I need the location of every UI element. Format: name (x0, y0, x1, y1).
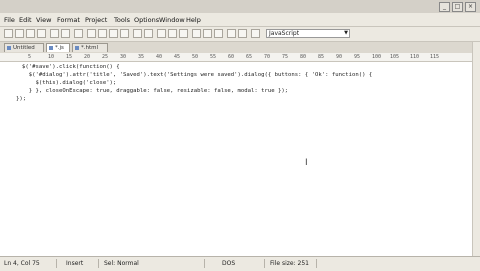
ruler-mark: 5 (28, 54, 32, 60)
menu-project[interactable]: Project (85, 16, 107, 24)
print-preview-icon[interactable] (61, 29, 70, 38)
print-icon[interactable] (50, 29, 59, 38)
document-icon (75, 46, 79, 50)
ruler-mark: 50 (192, 54, 199, 60)
menu-edit[interactable]: Edit (19, 16, 32, 24)
menu-options[interactable]: Options (134, 16, 159, 24)
options-icon[interactable] (238, 29, 247, 38)
open-folder-icon[interactable] (15, 29, 24, 38)
menu-help[interactable]: Help (186, 16, 201, 24)
ruler-mark: 95 (354, 54, 361, 60)
ruler-mark: 70 (264, 54, 271, 60)
copy-icon[interactable] (98, 29, 107, 38)
new-file-icon[interactable] (4, 29, 13, 38)
file-size: File size: 251 (270, 260, 309, 267)
line-endings: DOS (222, 260, 236, 267)
ruler-mark: 15 (66, 54, 73, 60)
status-bar: Ln 4, Col 75 Insert Sel: Normal DOS File… (0, 256, 480, 271)
ruler-mark: 35 (138, 54, 145, 60)
cut-icon[interactable] (87, 29, 96, 38)
paste-icon[interactable] (109, 29, 118, 38)
close-button[interactable]: × (465, 2, 476, 12)
language-select[interactable]: JavaScript ▼ (266, 29, 350, 38)
browser-icon[interactable] (227, 29, 236, 38)
document-icon (7, 46, 11, 50)
toolbar: JavaScript ▼ (0, 27, 480, 42)
ruler-mark: 90 (336, 54, 343, 60)
ruler-mark: 80 (300, 54, 307, 60)
language-value: JavaScript (269, 30, 300, 37)
title-bar: _ □ × (0, 0, 480, 13)
ruler-mark: 45 (174, 54, 181, 60)
undo-icon[interactable] (133, 29, 142, 38)
delete-icon[interactable] (120, 29, 129, 38)
ruler-mark: 55 (210, 54, 217, 60)
vertical-scrollbar[interactable] (472, 42, 480, 256)
save-icon[interactable] (26, 29, 35, 38)
cursor-position: Ln 4, Col 75 (4, 260, 40, 267)
code-line: }); (16, 96, 27, 102)
line-numbers-icon[interactable] (214, 29, 223, 38)
status-divider (316, 259, 317, 268)
ruler-mark: 40 (156, 54, 163, 60)
status-divider (264, 259, 265, 268)
ruler-mark: 110 (410, 54, 420, 60)
document-icon (49, 46, 53, 50)
ruler-mark: 10 (48, 54, 55, 60)
column-ruler: 5 10 15 20 25 30 35 40 45 50 55 60 65 70… (0, 53, 480, 62)
tab-html[interactable]: *.html (72, 43, 108, 52)
menu-window[interactable]: Window (159, 16, 185, 24)
maximize-button[interactable]: □ (452, 2, 463, 12)
ruler-mark: 75 (282, 54, 289, 60)
menu-bar: File Edit View Format Project Tools Opti… (0, 13, 480, 27)
replace-icon[interactable] (179, 29, 188, 38)
insert-mode: Insert (66, 260, 84, 267)
editor-gutter (0, 62, 20, 256)
text-cursor-icon: I (305, 158, 308, 168)
menu-tools[interactable]: Tools (114, 16, 130, 24)
tab-label: *.html (81, 45, 99, 51)
chevron-down-icon: ▼ (344, 30, 348, 36)
find-next-icon[interactable] (168, 29, 177, 38)
status-divider (204, 259, 205, 268)
show-spaces-icon[interactable] (203, 29, 212, 38)
help-icon[interactable] (251, 29, 260, 38)
code-line: } }, closeOnEscape: true, draggable: fal… (22, 88, 289, 94)
ruler-mark: 100 (372, 54, 382, 60)
spell-check-icon[interactable] (74, 29, 83, 38)
find-icon[interactable] (157, 29, 166, 38)
code-line: $('#save').click(function() { (22, 64, 120, 70)
code-line: $(this).dialog('close'); (22, 80, 117, 86)
tab-untitled[interactable]: Untitled (4, 43, 44, 52)
ruler-mark: 60 (228, 54, 235, 60)
ruler-mark: 25 (102, 54, 109, 60)
menu-format[interactable]: Format (57, 16, 80, 24)
code-line: $('#dialog').attr('title', 'Saved').text… (22, 72, 373, 78)
code-editor[interactable]: $('#save').click(function() { $('#dialog… (16, 62, 472, 256)
ruler-mark: 30 (120, 54, 127, 60)
status-divider (56, 259, 57, 268)
ruler-mark: 115 (430, 54, 440, 60)
minimize-button[interactable]: _ (439, 2, 450, 12)
save-all-icon[interactable] (37, 29, 46, 38)
menu-view[interactable]: View (36, 16, 51, 24)
redo-icon[interactable] (144, 29, 153, 38)
ruler-mark: 105 (390, 54, 400, 60)
word-wrap-icon[interactable] (192, 29, 201, 38)
tab-label: *.js (55, 45, 64, 51)
tab-label: Untitled (13, 45, 35, 51)
tab-js[interactable]: *.js (46, 43, 70, 52)
selection-mode: Sel: Normal (104, 260, 139, 267)
menu-file[interactable]: File (4, 16, 15, 24)
status-divider (98, 259, 99, 268)
ruler-mark: 20 (84, 54, 91, 60)
ruler-mark: 85 (318, 54, 325, 60)
ruler-mark: 65 (246, 54, 253, 60)
